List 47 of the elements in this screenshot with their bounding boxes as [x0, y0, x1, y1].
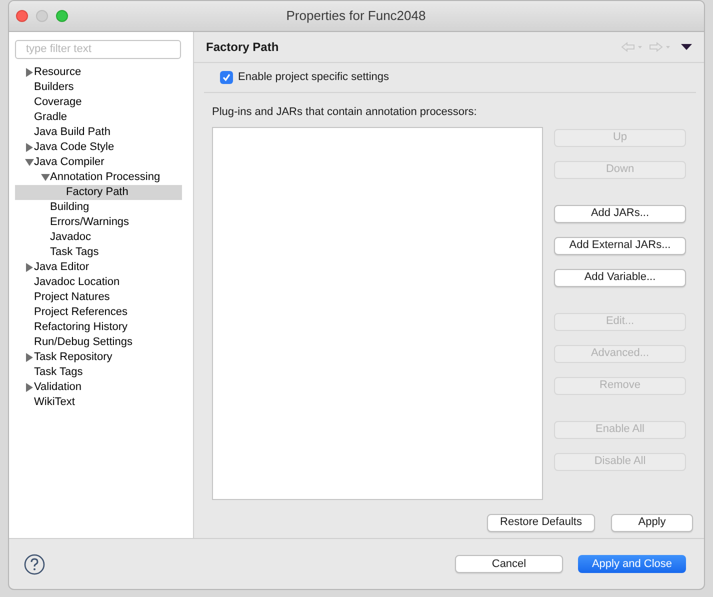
tree-item[interactable]: Run/Debug Settings	[15, 335, 182, 350]
close-icon[interactable]	[16, 10, 28, 22]
tree-item[interactable]: Errors/Warnings	[15, 215, 182, 230]
tree-item[interactable]: Factory Path	[15, 185, 182, 200]
collapsed-triangle-icon[interactable]	[25, 353, 34, 362]
tree-item[interactable]: Task Tags	[15, 365, 182, 380]
checkbox[interactable]	[220, 71, 233, 84]
tree-item[interactable]: Project Natures	[15, 290, 182, 305]
expanded-triangle-icon[interactable]	[25, 158, 34, 167]
menu-triangle-icon[interactable]	[681, 44, 692, 50]
window-title: Properties for Func2048	[285, 7, 427, 26]
tree-item[interactable]: Task Tags	[15, 245, 182, 260]
apply-and-close-button[interactable]: Apply and Close	[578, 555, 686, 573]
tree-item[interactable]: Java Build Path	[15, 125, 182, 140]
button[interactable]: Apply	[611, 514, 693, 532]
tree-item[interactable]: WikiText	[15, 395, 182, 410]
tree-item[interactable]: Gradle	[15, 110, 182, 125]
tree-item[interactable]: Javadoc Location	[15, 275, 182, 290]
button[interactable]: Add Variable...	[554, 268, 686, 286]
tree-item[interactable]: Validation	[15, 380, 182, 395]
collapsed-triangle-icon[interactable]	[25, 383, 34, 392]
tree-item[interactable]: Javadoc	[15, 230, 182, 245]
checkbox-label: Enable project specific settings	[238, 70, 390, 86]
cancel-button[interactable]: Cancel	[455, 555, 563, 573]
button[interactable]: Add JARs...	[554, 204, 686, 222]
tree-item[interactable]: Java Compiler	[15, 155, 182, 170]
button[interactable]: Add External JARs...	[554, 236, 686, 254]
collapsed-triangle-icon[interactable]	[25, 68, 34, 77]
collapsed-triangle-icon[interactable]	[25, 263, 34, 272]
tree-item[interactable]: Refactoring History	[15, 320, 182, 335]
page-title: Factory Path	[206, 39, 279, 56]
tree-item[interactable]: Building	[15, 200, 182, 215]
expanded-triangle-icon[interactable]	[41, 173, 50, 182]
tree-item[interactable]: Resource	[15, 65, 182, 80]
collapsed-triangle-icon[interactable]	[25, 143, 34, 152]
tree-item[interactable]: Java Code Style	[15, 140, 182, 155]
tree-item[interactable]: Task Repository	[15, 350, 182, 365]
tree-item[interactable]: Java Editor	[15, 260, 182, 275]
filter-field[interactable]: type filter text	[15, 40, 181, 58]
button[interactable]: Restore Defaults	[487, 514, 595, 532]
help-icon[interactable]	[24, 554, 45, 574]
tree-item[interactable]: Coverage	[15, 95, 182, 110]
tree-item[interactable]: Annotation Processing	[15, 170, 182, 185]
check-icon	[222, 73, 231, 82]
list-label: Plug-ins and JARs that contain annotation processors:	[212, 105, 478, 120]
tree-item[interactable]: Builders	[15, 80, 182, 95]
tree-item[interactable]: Project References	[15, 305, 182, 320]
